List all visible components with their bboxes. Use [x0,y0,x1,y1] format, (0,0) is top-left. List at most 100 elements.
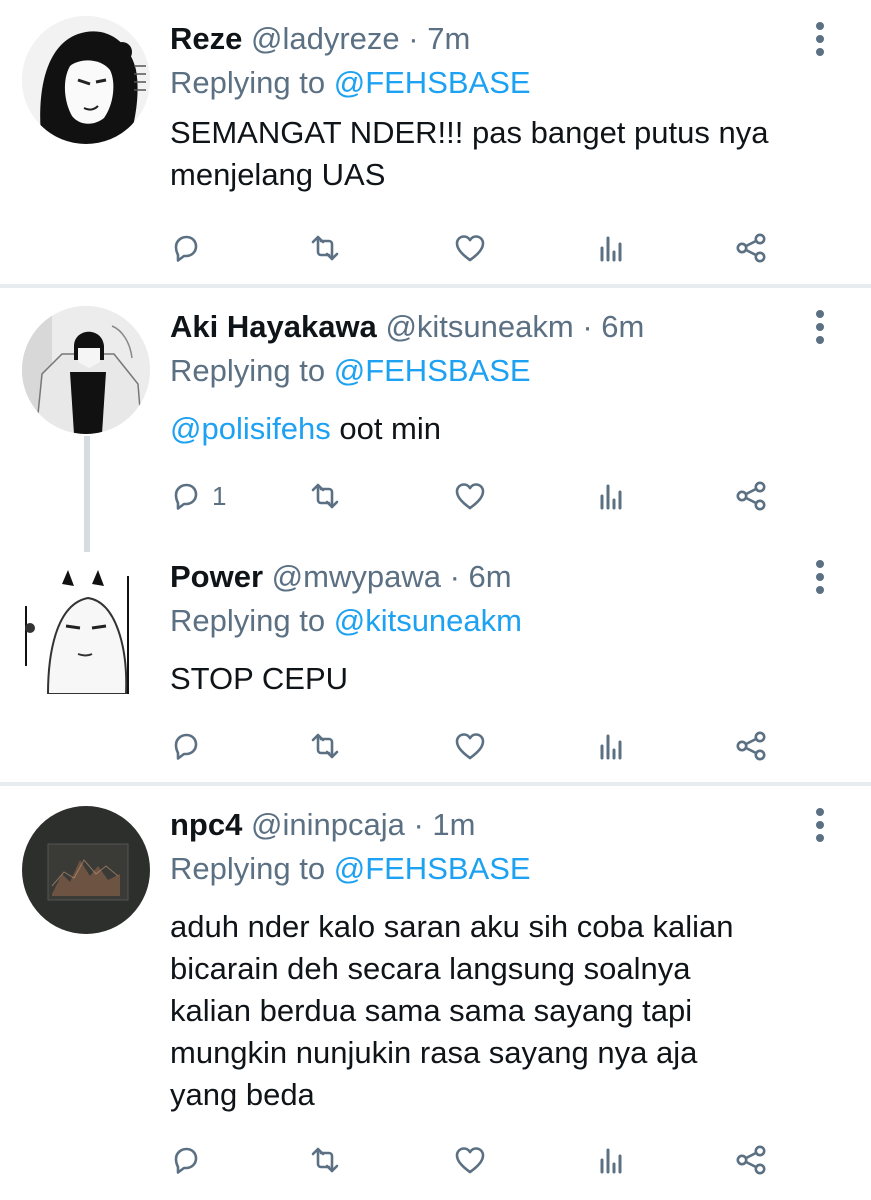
timestamp[interactable]: 7m [427,21,470,56]
tweet-text-line: SEMANGAT NDER!!! pas banget putus nya [170,115,769,150]
display-name[interactable]: Reze [170,21,242,56]
share-button[interactable] [733,226,769,270]
replying-label: Replying to [170,353,326,388]
more-options-icon[interactable] [806,808,834,842]
analytics-button[interactable] [594,1138,630,1182]
analytics-icon [600,734,622,760]
tweet[interactable]: Power @mwypawa · 6m Replying to @kitsune… [0,538,871,784]
user-handle[interactable]: @kitsuneakm [385,309,573,344]
analytics-button[interactable] [594,226,630,270]
tweet-actions [0,1138,871,1182]
share-button[interactable] [733,474,769,518]
reply-icon [174,483,198,510]
avatar[interactable] [22,16,150,144]
retweet-icon [311,235,339,261]
tweet-text: SEMANGAT NDER!!! pas banget putus nya me… [170,112,850,196]
retweet-button[interactable] [307,724,343,768]
retweet-icon [311,733,339,759]
reply-icon [174,235,198,262]
more-options-icon[interactable] [806,310,834,344]
tweet-text-line: menjelang UAS [170,157,386,192]
tweet-text-line: kalian berdua sama sama sayang tapi [170,993,693,1028]
like-icon [455,235,485,262]
share-button[interactable] [733,1138,769,1182]
replying-label: Replying to [170,603,326,638]
replying-to: Replying to @FEHSBASE [170,352,531,390]
tweet[interactable]: npc4 @ininpcaja · 1m Replying to @FEHSBA… [0,786,871,1200]
mention-link[interactable]: @polisifehs [170,411,331,446]
display-name[interactable]: Power [170,559,263,594]
tweet[interactable]: Aki Hayakawa @kitsuneakm · 6m Replying t… [0,288,871,552]
tweet-text-content: oot min [339,411,442,446]
reply-button[interactable] [168,1138,204,1182]
replying-to: Replying to @kitsuneakm [170,602,522,640]
avatar[interactable] [22,806,150,934]
tweet-text-line: bicarain deh secara langsung soalnya [170,951,691,986]
reply-button[interactable] [168,724,204,768]
user-handle[interactable]: @ladyreze [251,21,400,56]
tweet-text-line: mungkin nunjukin rasa sayang nya aja [170,1035,698,1070]
retweet-icon [311,483,339,509]
analytics-icon [600,484,622,510]
timestamp[interactable]: 1m [432,807,475,842]
reply-button[interactable]: 1 [168,474,226,518]
more-options-icon[interactable] [806,560,834,594]
like-button[interactable] [452,1138,488,1182]
retweet-button[interactable] [307,226,343,270]
like-icon [455,1147,485,1174]
tweet-text: STOP CEPU [170,658,850,700]
reply-icon [174,1147,198,1174]
display-name[interactable]: Aki Hayakawa [170,309,377,344]
share-button[interactable] [733,724,769,768]
tweet-text-line: STOP CEPU [170,661,349,696]
reply-count: 1 [212,480,227,511]
tweet-actions [0,724,871,768]
separator: · [449,559,460,594]
separator: · [408,21,419,56]
replying-to-link[interactable]: @kitsuneakm [334,603,522,638]
tweet-text: @polisifehs oot min [170,408,850,450]
tweet-header: Reze @ladyreze · 7m [170,20,470,58]
user-handle[interactable]: @mwypawa [272,559,441,594]
user-handle[interactable]: @ininpcaja [251,807,405,842]
retweet-button[interactable] [307,474,343,518]
like-icon [455,483,485,510]
tweet-header: npc4 @ininpcaja · 1m [170,806,475,844]
reply-button[interactable] [168,226,204,270]
separator: · [413,807,424,842]
tweet-actions: 1 [0,474,871,518]
analytics-icon [600,1148,622,1174]
retweet-button[interactable] [307,1138,343,1182]
tweet[interactable]: Reze @ladyreze · 7m Replying to @FEHSBAS… [0,0,871,286]
analytics-button[interactable] [594,474,630,518]
replying-label: Replying to [170,851,326,886]
replying-to: Replying to @FEHSBASE [170,850,531,888]
more-options-icon[interactable] [806,22,834,56]
replying-to-link[interactable]: @FEHSBASE [334,851,531,886]
separator: · [582,309,593,344]
tweet-text-line: yang beda [170,1077,315,1112]
tweet-actions [0,226,871,270]
display-name[interactable]: npc4 [170,807,242,842]
avatar[interactable] [22,306,150,434]
analytics-icon [600,236,622,262]
retweet-icon [311,1147,339,1173]
replying-to-link[interactable]: @FEHSBASE [334,65,531,100]
analytics-button[interactable] [594,724,630,768]
replying-to: Replying to @FEHSBASE [170,64,531,102]
replying-label: Replying to [170,65,326,100]
tweet-text: aduh nder kalo saran aku sih coba kalian… [170,906,850,1116]
share-icon [736,731,766,761]
reply-icon [174,733,198,760]
avatar[interactable] [22,566,150,694]
like-button[interactable] [452,226,488,270]
timestamp[interactable]: 6m [601,309,644,344]
timestamp[interactable]: 6m [469,559,512,594]
tweet-text-line: aduh nder kalo saran aku sih coba kalian [170,909,734,944]
share-icon [736,481,766,511]
replying-to-link[interactable]: @FEHSBASE [334,353,531,388]
share-icon [736,233,766,263]
like-button[interactable] [452,724,488,768]
like-button[interactable] [452,474,488,518]
share-icon [736,1145,766,1175]
